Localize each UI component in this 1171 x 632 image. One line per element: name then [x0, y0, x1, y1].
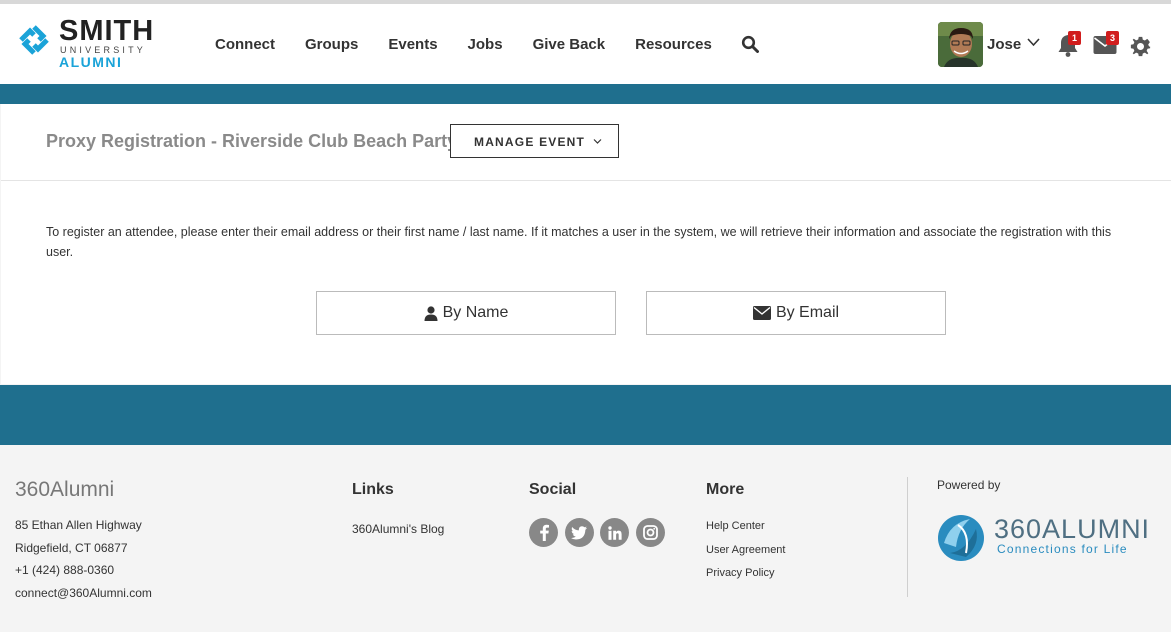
site-header: SMITH UNIVERSITY ALUMNI Connect Groups E…	[0, 4, 1171, 84]
address-phone[interactable]: +1 (424) 888-0360	[15, 559, 152, 582]
360alumni-logo[interactable]: 360ALUMNI Connections for Life	[936, 511, 1158, 563]
user-agreement-link[interactable]: User Agreement	[706, 539, 785, 563]
avatar[interactable]	[938, 22, 983, 67]
footer-address: 85 Ethan Allen Highway Ridgefield, CT 06…	[15, 514, 152, 604]
powered-by-label: Powered by	[937, 478, 1001, 492]
site-footer: 360Alumni 85 Ethan Allen Highway Ridgefi…	[0, 445, 1171, 632]
notification-count-badge: 1	[1068, 31, 1081, 45]
manage-event-button[interactable]: MANAGE EVENT	[450, 124, 619, 158]
instagram-icon[interactable]	[635, 518, 665, 547]
nav-resources[interactable]: Resources	[635, 35, 712, 55]
logo-alumni: ALUMNI	[59, 54, 123, 70]
logo-mark-icon	[19, 25, 49, 55]
by-email-button[interactable]: By Email	[646, 291, 946, 335]
nav-events[interactable]: Events	[388, 35, 437, 55]
message-count-badge: 3	[1106, 31, 1119, 45]
social-heading: Social	[529, 481, 577, 498]
search-icon[interactable]	[741, 35, 759, 53]
blog-link[interactable]: 360Alumni's Blog	[352, 521, 444, 537]
main-nav: Connect Groups Events Jobs Give Back Res…	[215, 35, 742, 55]
360alumni-globe-icon	[938, 515, 984, 561]
avatar-image	[938, 22, 983, 67]
by-name-button[interactable]: By Name	[316, 291, 616, 335]
chevron-down-icon[interactable]	[1026, 36, 1041, 48]
user-name[interactable]: Jose	[987, 35, 1021, 55]
smith-alumni-logo[interactable]: SMITH UNIVERSITY ALUMNI	[16, 15, 168, 70]
top-band	[0, 84, 1171, 104]
links-heading: Links	[352, 481, 394, 498]
card-divider	[1, 180, 1171, 181]
chevron-down-icon	[593, 139, 602, 144]
logo-wordmark: SMITH	[59, 15, 155, 47]
more-heading: More	[706, 481, 745, 498]
nav-connect[interactable]: Connect	[215, 35, 275, 55]
gear-icon[interactable]	[1130, 36, 1151, 57]
footer-divider	[907, 477, 908, 597]
360alumni-tagline: Connections for Life	[997, 542, 1128, 556]
privacy-policy-link[interactable]: Privacy Policy	[706, 562, 785, 586]
nav-give-back[interactable]: Give Back	[533, 35, 606, 55]
linkedin-icon[interactable]	[600, 518, 629, 547]
nav-jobs[interactable]: Jobs	[468, 35, 503, 55]
address-city: Ridgefield, CT 06877	[15, 540, 128, 555]
user-icon	[424, 305, 438, 321]
envelope-icon	[752, 306, 771, 320]
nav-groups[interactable]: Groups	[305, 35, 358, 55]
footer-brand: 360Alumni	[15, 478, 115, 501]
bottom-band	[0, 385, 1171, 445]
social-links	[529, 518, 671, 547]
address-street: 85 Ethan Allen Highway	[15, 518, 142, 532]
manage-event-label: MANAGE EVENT	[474, 135, 586, 149]
by-email-label: By Email	[775, 304, 840, 321]
facebook-icon[interactable]	[529, 518, 558, 547]
address-email[interactable]: connect@360Alumni.com	[15, 582, 152, 605]
page-title: Proxy Registration - Riverside Club Beac…	[46, 131, 458, 151]
more-links: Help Center User Agreement Privacy Polic…	[706, 515, 785, 586]
instructions-text: To register an attendee, please enter th…	[46, 225, 1112, 259]
help-center-link[interactable]: Help Center	[706, 515, 785, 539]
by-name-label: By Name	[442, 304, 509, 321]
twitter-icon[interactable]	[564, 518, 594, 547]
360alumni-wordmark: 360ALUMNI	[994, 514, 1151, 544]
registration-card: Proxy Registration - Riverside Club Beac…	[1, 104, 1171, 384]
